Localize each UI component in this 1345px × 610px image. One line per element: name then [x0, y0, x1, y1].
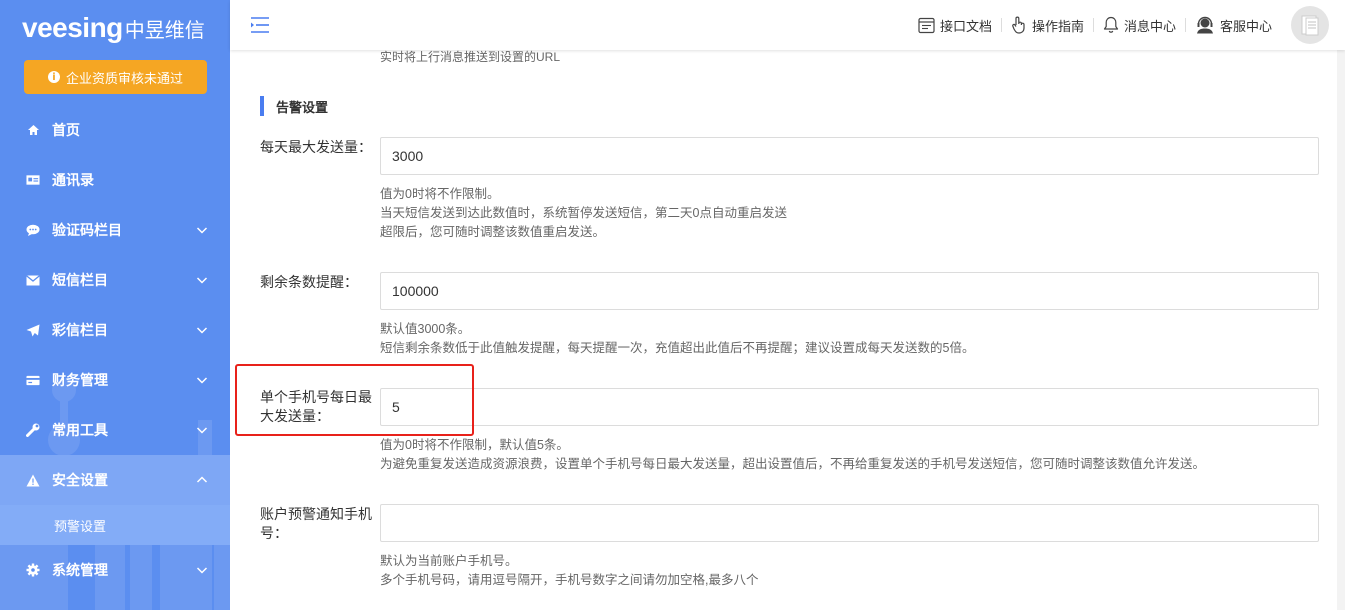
nav-item-sms[interactable]: 短信栏目: [0, 255, 230, 305]
nav-item-tools[interactable]: 常用工具: [0, 405, 230, 455]
remaining-reminder-input[interactable]: 100000: [380, 272, 1319, 310]
chevron-down-icon: [196, 227, 208, 234]
qualification-alert-button[interactable]: i 企业资质审核未通过: [24, 60, 207, 94]
customer-service-link[interactable]: 客服中心: [1186, 15, 1281, 35]
nav-item-label: 常用工具: [52, 422, 108, 438]
chat-icon: [26, 223, 40, 237]
help-line: 值为0时将不作限制。: [380, 187, 500, 201]
chevron-up-icon: [196, 476, 208, 483]
top-link-label: 消息中心: [1123, 18, 1176, 34]
brand-name-en: veesing: [22, 12, 123, 43]
sidebar: veesing 中昱维信 i 企业资质审核未通过 首页 通讯录 验证码栏目 短信…: [0, 0, 230, 610]
message-center-link[interactable]: 消息中心: [1094, 15, 1185, 35]
nav-item-system[interactable]: 系统管理: [0, 545, 230, 595]
top-link-label: 接口文档: [939, 18, 992, 34]
avatar[interactable]: [1291, 6, 1329, 44]
nav-item-label: 通讯录: [52, 172, 94, 188]
per-phone-daily-max-help: 值为0时将不作限制，默认值5条。 为避免重复发送造成资源浪费，设置单个手机号每日…: [380, 436, 1205, 474]
help-line: 当天短信发送到达此数值时，系统暂停发送短信，第二天0点自动重启发送: [380, 206, 787, 220]
api-doc-icon: [918, 17, 935, 33]
scrollbar[interactable]: [1337, 50, 1345, 610]
section-title-bar: [260, 96, 264, 116]
help-line: 多个手机号码，请用逗号隔开，手机号数字之间请勿加空格,最多八个: [380, 573, 759, 587]
contacts-icon: [26, 173, 40, 187]
send-icon: [26, 323, 40, 337]
chevron-down-icon: [196, 377, 208, 384]
per-phone-daily-max-input[interactable]: 5: [380, 388, 1319, 426]
nav-item-label: 验证码栏目: [52, 222, 122, 238]
menu-toggle-icon[interactable]: [250, 16, 270, 34]
chevron-down-icon: [196, 327, 208, 334]
help-line: 默认值3000条。: [380, 322, 471, 336]
api-doc-link[interactable]: 接口文档: [909, 15, 1001, 35]
top-link-label: 客服中心: [1219, 18, 1272, 34]
nav-item-label: 短信栏目: [52, 272, 108, 288]
nav-item-finance[interactable]: 财务管理: [0, 355, 230, 405]
main-content: 实时将上行消息推送到设置的URL 告警设置 每天最大发送量： 3000 值为0时…: [230, 50, 1345, 610]
nav-item-label: 彩信栏目: [52, 322, 108, 338]
brand-logo[interactable]: veesing 中昱维信: [22, 12, 205, 43]
chevron-down-icon: [196, 277, 208, 284]
hand-pointer-icon: [1012, 16, 1025, 34]
partial-help-text: 实时将上行消息推送到设置的URL: [380, 50, 561, 64]
nav-item-label: 安全设置: [52, 472, 108, 488]
daily-max-send-input[interactable]: 3000: [380, 137, 1319, 175]
info-icon: i: [47, 71, 60, 83]
nav-item-security[interactable]: 安全设置: [0, 455, 230, 505]
highlight-box: [235, 364, 474, 436]
top-links: 接口文档 操作指南 消息中心 客服中心: [909, 0, 1329, 50]
chevron-down-icon: [196, 567, 208, 574]
gear-icon: [26, 563, 40, 577]
alert-phone-help: 默认为当前账户手机号。 多个手机号码，请用逗号隔开，手机号数字之间请勿加空格,最…: [380, 552, 758, 590]
daily-max-send-value: 3000: [392, 148, 424, 164]
alert-button-label: 企业资质审核未通过: [65, 70, 183, 86]
avatar-icon: [1301, 15, 1319, 36]
envelope-icon: [26, 273, 40, 287]
help-line: 短信剩余条数低于此值触发提醒，每天提醒一次，充值超出此值后不再提醒；建议设置成每…: [380, 341, 975, 355]
daily-max-send-help: 值为0时将不作限制。 当天短信发送到达此数值时，系统暂停发送短信，第二天0点自动…: [380, 185, 787, 242]
alert-phone-input[interactable]: [380, 504, 1319, 542]
nav-item-label: 系统管理: [52, 562, 108, 578]
help-line: 超限后，您可随时调整该数值重启发送。: [380, 225, 606, 239]
nav-item-mms[interactable]: 彩信栏目: [0, 305, 230, 355]
daily-max-send-label: 每天最大发送量：: [260, 139, 372, 155]
remaining-reminder-label: 剩余条数提醒：: [260, 274, 358, 290]
sub-nav-alert-settings[interactable]: 预警设置: [0, 505, 230, 545]
brand-name-cn: 中昱维信: [124, 20, 205, 42]
remaining-reminder-help: 默认值3000条。 短信剩余条数低于此值触发提醒，每天提醒一次，充值超出此值后不…: [380, 320, 974, 358]
credit-card-icon: [26, 373, 40, 387]
top-bar: 接口文档 操作指南 消息中心 客服中心: [230, 0, 1345, 50]
headset-icon: [1196, 16, 1213, 34]
sub-nav-label: 预警设置: [54, 518, 107, 534]
help-line: 值为0时将不作限制，默认值5条。: [380, 438, 569, 452]
nav-item-label: 首页: [52, 122, 80, 138]
wrench-icon: [26, 423, 40, 437]
section-title-label: 告警设置: [276, 99, 329, 115]
nav-item-label: 财务管理: [52, 372, 108, 388]
guide-link[interactable]: 操作指南: [1002, 15, 1093, 35]
help-line: 默认为当前账户手机号。: [380, 554, 518, 568]
bell-icon: [1103, 16, 1119, 33]
alert-phone-label: 账户预警通知手机号：: [260, 506, 372, 541]
help-line: 为避免重复发送造成资源浪费，设置单个手机号每日最大发送量，超出设置值后，不再给重…: [380, 457, 1206, 471]
chevron-down-icon: [196, 427, 208, 434]
warning-icon: [26, 473, 40, 487]
nav-item-verification-code[interactable]: 验证码栏目: [0, 205, 230, 255]
section-title: 告警设置: [260, 96, 328, 116]
top-link-label: 操作指南: [1031, 18, 1084, 34]
remaining-reminder-value: 100000: [392, 283, 439, 299]
home-icon: [26, 123, 40, 137]
nav-item-home[interactable]: 首页: [0, 105, 230, 155]
nav-item-contacts[interactable]: 通讯录: [0, 155, 230, 205]
